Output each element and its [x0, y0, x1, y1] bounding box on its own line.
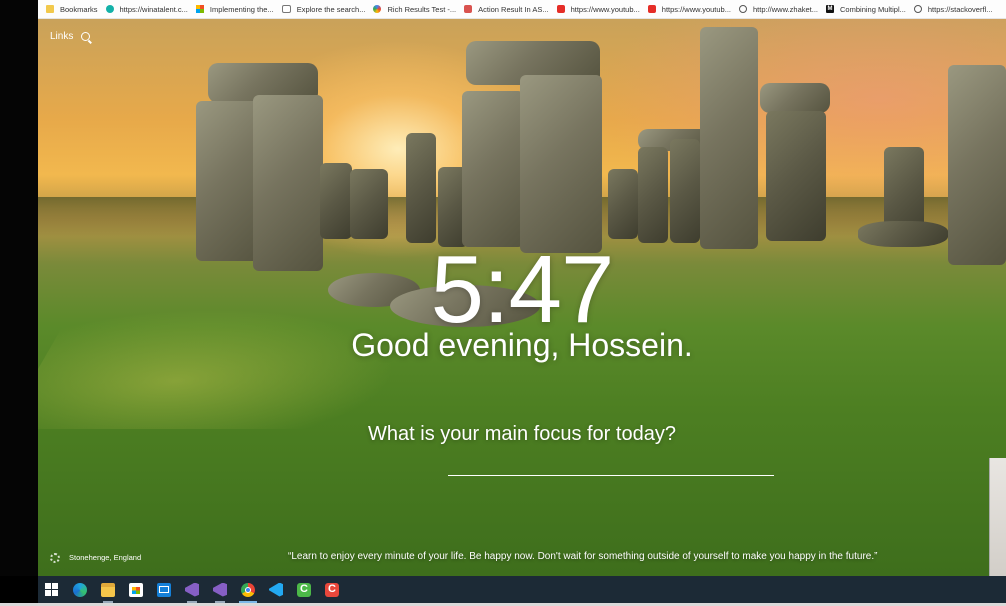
- code-icon: [281, 5, 291, 13]
- mail-app[interactable]: [150, 576, 178, 603]
- bookmark-label: Implementing the...: [209, 4, 274, 14]
- bookmark-item[interactable]: Action Result In AS...: [464, 4, 549, 14]
- globe-icon: [913, 5, 922, 13]
- edge-icon: [73, 582, 87, 597]
- bookmark-item[interactable]: M Combining Multipl...: [826, 5, 906, 14]
- quote: “Learn to enjoy every minute of your lif…: [288, 551, 878, 562]
- background-scene: Links 5:47 Good evening, Hossein. What i…: [38, 19, 1006, 576]
- focus-question: What is your main focus for today?: [368, 423, 676, 445]
- bookmark-item[interactable]: Explore the search...: [281, 4, 366, 14]
- store-icon: [129, 582, 143, 597]
- vscode-icon: [269, 582, 283, 597]
- search-icon[interactable]: [81, 32, 91, 41]
- bookmark-item[interactable]: Implementing the...: [195, 4, 274, 14]
- visual-studio-app-2[interactable]: [206, 576, 234, 603]
- bookmark-item[interactable]: http://www.zhaket...: [738, 4, 819, 14]
- stone: [320, 163, 352, 239]
- stone: [766, 111, 826, 241]
- bookmark-label: http://www.zhaket...: [752, 4, 819, 14]
- bookmark-item[interactable]: https://www.youtub...: [647, 4, 731, 14]
- visual-studio-icon: [185, 582, 199, 597]
- camtasia-icon: [297, 582, 311, 597]
- greeting: Good evening, Hossein.: [351, 327, 693, 363]
- camtasia-app[interactable]: [290, 576, 318, 603]
- stone: [406, 133, 436, 243]
- settings-gear-icon[interactable]: [50, 553, 60, 563]
- edge-app[interactable]: [66, 576, 94, 603]
- folder-icon: [101, 582, 115, 597]
- visual-studio-icon: [213, 582, 227, 597]
- chrome-app[interactable]: [234, 576, 262, 603]
- bookmark-item[interactable]: https://winatalent.c...: [105, 4, 188, 14]
- stone: [638, 147, 668, 243]
- microsoft-icon: [195, 5, 204, 13]
- bookmark-label: https://stackoverfl...: [927, 4, 993, 14]
- windows-icon: [45, 582, 59, 597]
- links-label: Links: [50, 31, 74, 42]
- mail-icon: [157, 582, 171, 597]
- stone: [760, 83, 830, 113]
- winatalent-icon: [105, 5, 114, 13]
- photo-location[interactable]: Stonehenge, England: [69, 553, 141, 562]
- stone: [520, 75, 602, 253]
- bookmark-label: Bookmarks: [60, 4, 98, 14]
- start-button[interactable]: [38, 576, 66, 603]
- bookmark-label: https://www.youtub...: [570, 4, 640, 14]
- stone: [700, 27, 758, 249]
- recorder-app[interactable]: [318, 576, 346, 603]
- stone: [670, 139, 700, 243]
- stone: [350, 169, 388, 239]
- partial-window[interactable]: [989, 458, 1006, 576]
- bookmark-item[interactable]: https://www.youtub...: [556, 4, 640, 14]
- stone: [608, 169, 638, 239]
- left-window-frame: [0, 0, 38, 576]
- bookmark-folder[interactable]: Bookmarks: [46, 5, 98, 14]
- vscode-app[interactable]: [262, 576, 290, 603]
- youtube-icon: [556, 5, 565, 13]
- taskbar: [38, 576, 1006, 603]
- chrome-icon: [241, 582, 255, 597]
- recorder-icon: [325, 582, 339, 597]
- visual-studio-app[interactable]: [178, 576, 206, 603]
- google-icon: [373, 5, 382, 13]
- file-explorer-app[interactable]: [94, 576, 122, 603]
- bookmark-item[interactable]: Rich Results Test -...: [373, 5, 456, 14]
- bookmark-label: https://winatalent.c...: [119, 4, 188, 14]
- medium-icon: M: [826, 5, 835, 13]
- bookmark-item[interactable]: https://stackoverfl...: [913, 4, 993, 14]
- links-menu[interactable]: Links: [50, 31, 91, 42]
- bookmark-label: Rich Results Test -...: [387, 4, 457, 14]
- site-icon: [464, 5, 473, 13]
- bookmark-label: Combining Multipl...: [840, 4, 906, 14]
- youtube-icon: [647, 5, 656, 13]
- bookmark-label: Explore the search...: [296, 4, 366, 14]
- bookmark-label: Action Result In AS...: [478, 4, 549, 14]
- bookmark-label: https://www.youtub...: [661, 4, 731, 14]
- focus-input[interactable]: [448, 449, 774, 476]
- store-app[interactable]: [122, 576, 150, 603]
- globe-icon: [738, 5, 747, 13]
- bookmarks-bar: Bookmarks https://winatalent.c... Implem…: [38, 0, 1006, 19]
- stone: [462, 91, 524, 247]
- folder-icon: [46, 5, 54, 13]
